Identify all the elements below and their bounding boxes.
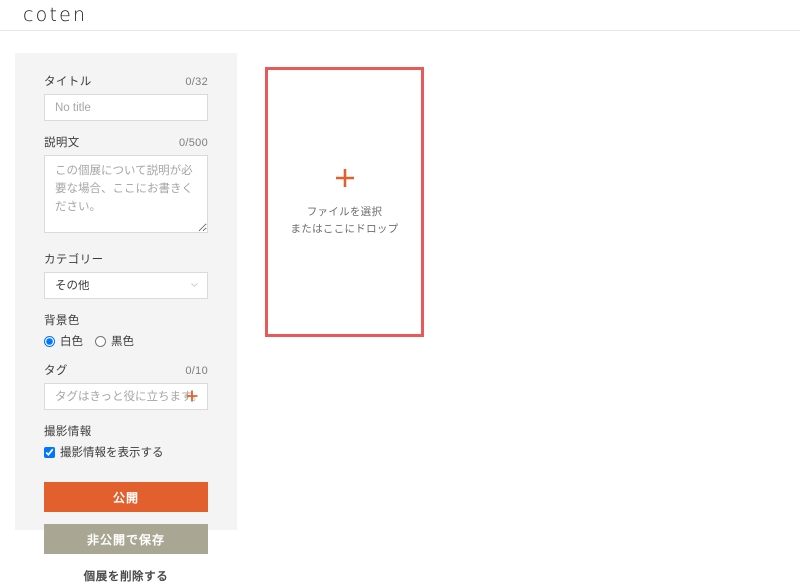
description-field-header: 説明文 0/500 xyxy=(44,134,208,150)
category-field-header: カテゴリー xyxy=(44,251,208,267)
workspace: タイトル 0/32 説明文 0/500 カテゴリー その他 xyxy=(0,31,800,583)
dropzone-text: ファイルを選択 またはここにドロップ xyxy=(291,204,399,238)
title-counter: 0/32 xyxy=(185,76,208,88)
background-color-radio-white[interactable] xyxy=(44,335,55,347)
tag-field-group: タグ 0/10 xyxy=(44,362,208,410)
tag-counter: 0/10 xyxy=(185,365,208,377)
shooting-info-checkbox-label: 撮影情報を表示する xyxy=(60,447,164,459)
category-label: カテゴリー xyxy=(44,254,104,266)
description-field-group: 説明文 0/500 xyxy=(44,134,208,238)
plus-icon xyxy=(335,169,354,188)
background-color-options: 白色 黒色 xyxy=(44,333,208,349)
shooting-info-group: 撮影情報 撮影情報を表示する xyxy=(44,423,208,460)
background-color-white-label: 白色 xyxy=(60,336,83,348)
shooting-info-checkbox-row[interactable]: 撮影情報を表示する xyxy=(44,444,208,460)
publish-button[interactable]: 公開 xyxy=(44,482,208,512)
background-color-option-black[interactable]: 黒色 xyxy=(95,333,134,349)
plus-icon xyxy=(186,390,198,402)
shooting-info-label: 撮影情報 xyxy=(44,426,92,438)
category-field-group: カテゴリー その他 xyxy=(44,251,208,299)
description-textarea[interactable] xyxy=(44,155,208,233)
file-dropzone[interactable]: ファイルを選択 またはここにドロップ xyxy=(265,67,424,337)
background-color-label: 背景色 xyxy=(44,315,80,327)
delete-exhibition-link[interactable]: 個展を削除する xyxy=(44,568,208,584)
app-header: coten xyxy=(0,0,800,31)
tag-field-header: タグ 0/10 xyxy=(44,362,208,378)
tag-label: タグ xyxy=(44,365,68,377)
shooting-info-checkbox[interactable] xyxy=(44,446,55,458)
background-color-black-label: 黒色 xyxy=(111,336,134,348)
dropzone-line-2: またはここにドロップ xyxy=(290,223,399,235)
app-logo[interactable]: coten xyxy=(23,4,87,26)
save-private-button[interactable]: 非公開で保存 xyxy=(44,524,208,554)
background-color-header: 背景色 xyxy=(44,312,208,328)
dropzone-line-1: ファイルを選択 xyxy=(306,206,383,219)
background-color-group: 背景色 白色 黒色 xyxy=(44,312,208,349)
title-field-header: タイトル 0/32 xyxy=(44,73,208,89)
tag-input-wrap xyxy=(44,383,208,410)
exhibition-settings-panel: タイトル 0/32 説明文 0/500 カテゴリー その他 xyxy=(15,53,237,583)
title-field-group: タイトル 0/32 xyxy=(44,73,208,121)
title-label: タイトル xyxy=(44,76,92,88)
description-label: 説明文 xyxy=(44,137,80,149)
category-select[interactable]: その他 xyxy=(44,272,208,299)
background-color-option-white[interactable]: 白色 xyxy=(44,333,83,349)
title-input[interactable] xyxy=(44,94,208,121)
category-select-wrap: その他 xyxy=(44,272,208,299)
background-color-radio-black[interactable] xyxy=(95,335,106,347)
shooting-info-header: 撮影情報 xyxy=(44,423,208,439)
tag-add-button[interactable] xyxy=(184,388,200,404)
description-counter: 0/500 xyxy=(178,137,208,149)
